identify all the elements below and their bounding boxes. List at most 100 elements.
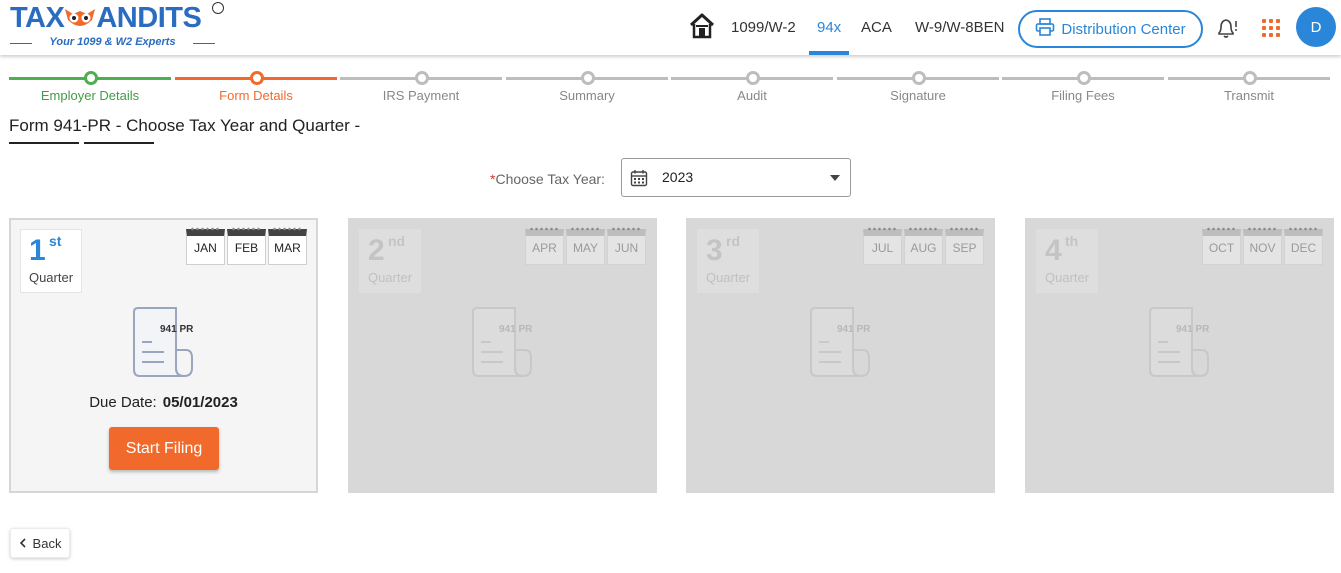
home-icon[interactable] (688, 12, 716, 40)
month-calendar-icon: JUL (863, 227, 902, 265)
month-calendar-icon: OCT (1202, 227, 1241, 265)
taxbandits-logo[interactable]: TAX ANDITS Your 1099 & W2 Experts (8, 2, 228, 52)
step-label: Filing Fees (1051, 88, 1115, 103)
quarter-card-2: 2 nd Quarter APR MAY JUN 941 PR (348, 218, 657, 493)
nav-94x[interactable]: 94x (817, 19, 841, 36)
month-calendar-icon: DEC (1284, 227, 1323, 265)
quarter-ordinal: st (49, 233, 62, 249)
quarter-ordinal: rd (726, 233, 740, 249)
title-underline (9, 142, 79, 144)
quarter-card-3: 3 rd Quarter JUL AUG SEP 941 PR (686, 218, 995, 493)
month-calendar-icon: SEP (945, 227, 984, 265)
step-dot (1243, 71, 1257, 85)
quarter-word: Quarter (705, 270, 751, 285)
form-document-icon: 941 PR (807, 306, 873, 380)
step-label: Audit (737, 88, 767, 103)
tax-year-value: 2023 (662, 169, 694, 185)
form-document-icon: 941 PR (1146, 306, 1212, 380)
month-calendar-icon: FEB (227, 227, 266, 265)
quarter-ordinal: nd (388, 233, 406, 249)
step-dot (250, 71, 264, 85)
nav-aca[interactable]: ACA (861, 19, 892, 36)
step-label: Signature (890, 88, 946, 103)
step-label: Form Details (219, 88, 293, 103)
month-calendar-icon: APR (525, 227, 564, 265)
quarter-badge: 1 st Quarter (20, 229, 82, 293)
quarter-number: 3 (706, 234, 723, 267)
month-calendar-icon: NOV (1243, 227, 1282, 265)
logo-wordmark: TAX ANDITS (10, 2, 202, 34)
page-title: Form 941-PR - Choose Tax Year and Quarte… (9, 116, 361, 135)
quarter-card-4: 4 th Quarter OCT NOV DEC 941 PR (1025, 218, 1334, 493)
quarter-card-1[interactable]: 1 st Quarter JAN FEB MAR 941 PR Due Date… (9, 218, 318, 493)
step-dot (581, 71, 595, 85)
chevron-left-icon (19, 536, 27, 551)
chevron-down-icon (830, 175, 840, 181)
nav-active-indicator (809, 51, 849, 55)
title-underline (84, 142, 154, 144)
calendar-icon (630, 169, 648, 187)
printer-icon (1035, 18, 1055, 40)
quarter-word: Quarter (28, 270, 74, 285)
form-document-label: 941 PR (1176, 324, 1210, 335)
quarter-ordinal: th (1065, 233, 1079, 249)
tax-year-label-text: Choose Tax Year: (495, 171, 605, 187)
back-label: Back (32, 535, 62, 551)
start-filing-button[interactable]: Start Filing (109, 427, 219, 470)
apps-grid-icon[interactable] (1262, 19, 1280, 37)
quarter-badge: 4 th Quarter (1036, 229, 1098, 293)
month-calendars: APR MAY JUN (525, 227, 646, 265)
step-filing-fees: Filing Fees (1002, 70, 1164, 106)
back-button[interactable]: Back (10, 528, 70, 558)
trademark-symbol (212, 2, 224, 14)
step-form-details: Form Details (175, 70, 337, 106)
nav-1099-w2[interactable]: 1099/W-2 (731, 19, 796, 36)
form-document-label: 941 PR (160, 324, 194, 335)
form-document-label: 941 PR (499, 324, 533, 335)
quarter-badge: 2 nd Quarter (359, 229, 421, 293)
tax-year-select[interactable]: 2023 (621, 158, 851, 197)
distribution-center-label: Distribution Center (1061, 20, 1186, 38)
notification-bell-icon[interactable] (1214, 15, 1240, 41)
distribution-center-button[interactable]: Distribution Center (1018, 10, 1203, 48)
month-calendar-icon: JAN (186, 227, 225, 265)
due-date-label: Due Date: (89, 394, 157, 411)
logo-tagline: Your 1099 & W2 Experts (10, 36, 215, 48)
step-summary: Summary (506, 70, 668, 106)
step-audit: Audit (671, 70, 833, 106)
form-document-icon: 941 PR (130, 306, 196, 380)
month-calendar-icon: MAY (566, 227, 605, 265)
progress-stepper: Employer Details Form Details IRS Paymen… (9, 70, 1341, 106)
quarter-word: Quarter (367, 270, 413, 285)
step-irs-payment: IRS Payment (340, 70, 502, 106)
month-calendars: OCT NOV DEC (1202, 227, 1323, 265)
owl-icon (64, 5, 96, 29)
nav-w9-w8ben[interactable]: W-9/W-8BEN (915, 19, 1004, 36)
step-employer-details: Employer Details (9, 70, 171, 106)
step-dot (84, 71, 98, 85)
month-calendar-icon: MAR (268, 227, 307, 265)
quarter-number: 1 (29, 234, 46, 267)
due-date: Due Date: 05/01/2023 (11, 394, 316, 411)
month-calendars: JAN FEB MAR (186, 227, 307, 265)
month-calendar-icon: AUG (904, 227, 943, 265)
month-calendars: JUL AUG SEP (863, 227, 984, 265)
quarter-word: Quarter (1044, 270, 1090, 285)
tax-year-label: *Choose Tax Year: (490, 171, 605, 187)
quarter-badge: 3 rd Quarter (697, 229, 759, 293)
step-label: Summary (559, 88, 615, 103)
due-date-value: 05/01/2023 (162, 394, 238, 411)
top-header: TAX ANDITS Your 1099 & W2 Experts 1099/W-… (0, 0, 1341, 55)
step-label: Transmit (1223, 88, 1275, 103)
step-dot (1077, 71, 1091, 85)
form-document-label: 941 PR (837, 324, 871, 335)
step-label: Employer Details (40, 88, 140, 103)
step-label: IRS Payment (382, 88, 460, 103)
quarter-number: 4 (1045, 234, 1062, 267)
step-transmit: Transmit (1168, 70, 1330, 106)
step-dot (746, 71, 760, 85)
step-dot (415, 71, 429, 85)
step-dot (912, 71, 926, 85)
month-calendar-icon: JUN (607, 227, 646, 265)
user-avatar[interactable]: D (1296, 7, 1336, 47)
